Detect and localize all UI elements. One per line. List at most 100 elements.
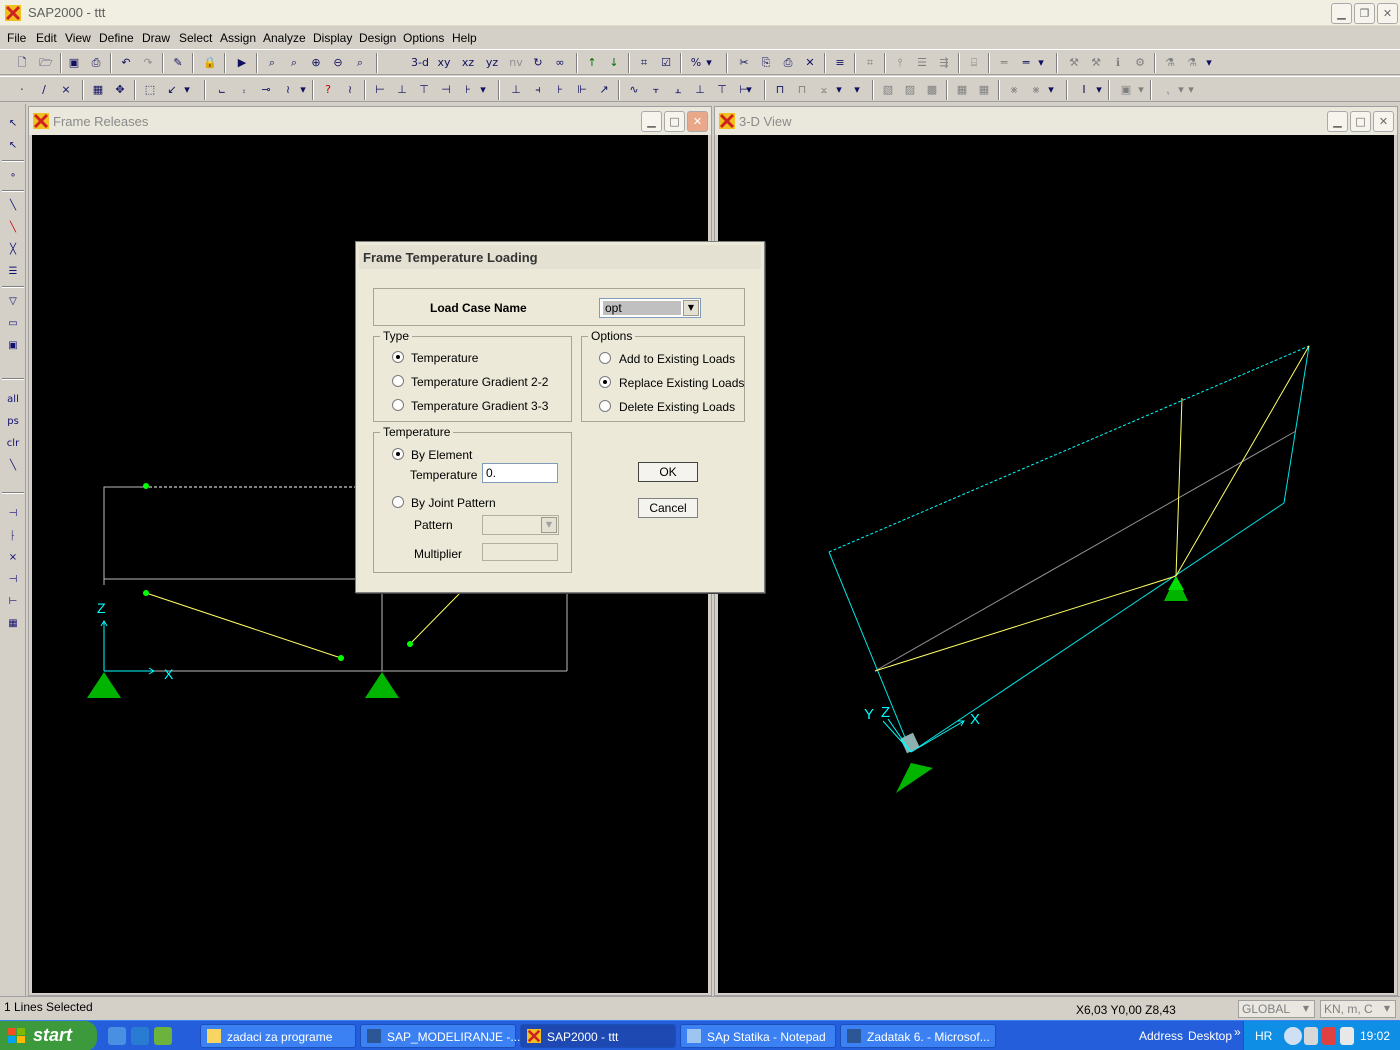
quick-draw-area-icon[interactable]: ▣ [3,336,23,356]
show-desktop-icon[interactable] [131,1027,149,1045]
multiplier-field[interactable] [482,543,558,561]
maximize-button[interactable]: □ [1350,111,1371,132]
joint[interactable] [143,483,149,489]
pan-icon[interactable]: ⌕ [350,53,370,73]
stress-icon[interactable]: ═ [1016,53,1036,73]
frame-options-icon[interactable]: ≀ [278,80,298,100]
pattern-select[interactable]: ▼ [482,515,559,535]
previous-selection-button[interactable]: ps [3,412,23,432]
volume-icon[interactable] [1340,1027,1354,1045]
zoom-out-icon[interactable]: ⊖ [328,53,348,73]
chevron-down-icon[interactable]: ▼ [1380,1002,1394,1016]
draw-section-cut-icon[interactable]: I [1074,80,1094,100]
cancel-button[interactable]: Cancel [638,498,698,518]
draw-link-icon[interactable]: ⨳ [1004,80,1024,100]
dropdown-arrow-icon[interactable]: ▾ [478,80,488,100]
ok-button[interactable]: OK [638,462,698,482]
design-info-icon[interactable]: ℹ [1108,53,1128,73]
area-loads-icon[interactable]: ⇶ [934,53,954,73]
chevron-down-icon[interactable]: ▼ [683,300,699,316]
minimize-button[interactable]: ▁ [641,111,662,132]
clear-selection-button[interactable]: clr [3,434,23,454]
coordinate-system-select[interactable]: GLOBAL ▼ [1238,1000,1315,1018]
snap-grid-icon[interactable]: ▦ [3,614,23,634]
set-limits-icon[interactable]: ⌗ [634,53,654,73]
quick-solid-icon[interactable]: ▦ [974,80,994,100]
design-steel-icon[interactable]: ⚒ [1064,53,1084,73]
select-all-button[interactable]: all [3,390,23,410]
temperature-field[interactable]: 0. [482,463,558,483]
media-player-icon[interactable] [154,1027,172,1045]
3d-supports[interactable] [896,576,1188,793]
menu-help[interactable]: Help [452,31,477,45]
save-icon[interactable]: ▣ [64,53,84,73]
zoom-window-icon[interactable]: ⌕ [262,53,282,73]
back-arrow-icon[interactable] [1284,1027,1302,1045]
joint-info-icon[interactable]: ? [318,80,338,100]
frame-diagonal-right[interactable] [409,592,461,645]
frame-diagonal-left[interactable] [145,592,342,659]
type-gradient-22-radio[interactable] [392,375,404,387]
view-3d-button[interactable]: 3-d [410,53,430,73]
bridge-icon[interactable]: ⚗ [1160,53,1180,73]
taskbar-item-notepad[interactable]: SAp Statika - Notepad [680,1024,836,1048]
dialog-title-bar[interactable]: Frame Temperature Loading [359,245,761,269]
frame-edge[interactable] [910,502,1285,753]
menu-edit[interactable]: Edit [36,31,57,45]
menu-design[interactable]: Design [359,31,396,45]
copy-icon[interactable]: ⎘ [756,53,776,73]
3d-view-window[interactable]: 3-D View ▁ □ ✕ Y Z X [714,106,1398,996]
forces-icon[interactable]: ═ [994,53,1014,73]
draw-frame-line-icon[interactable]: ╲ [3,196,23,216]
3d-view-title-bar[interactable]: 3-D View ▁ □ ✕ [715,107,1397,135]
new-file-icon[interactable]: 🗋 [12,53,32,73]
print-icon[interactable]: ⎙ [86,53,106,73]
by-element-radio[interactable] [392,448,404,460]
cut-icon[interactable]: ✂ [734,53,754,73]
draw-joint-icon[interactable]: ∘ [3,166,23,186]
view-nv-button[interactable]: nv [506,53,526,73]
draw-tendon-icon[interactable]: ⹁ [1158,80,1178,100]
snap-joints-icon[interactable]: ⊣ [3,504,23,524]
desktop-toolbar-label[interactable]: Desktop [1188,1029,1232,1043]
dropdown-arrow-icon[interactable]: ▾ [1094,80,1104,100]
joint-loads-icon[interactable]: ⫯ [890,53,910,73]
up-arrow-icon[interactable]: ↑ [582,53,602,73]
dropdown-arrow-icon[interactable]: ▾ [1204,53,1214,73]
toolbar-overflow-icon[interactable]: » [1234,1025,1241,1039]
snap-perpendicular-icon[interactable]: ⊣ [3,570,23,590]
spring-icon[interactable]: ∿ [624,80,644,100]
frame-post[interactable] [1175,397,1183,577]
zoom-in-icon[interactable]: ⊕ [306,53,326,73]
select-box-icon[interactable]: ⬚ [140,80,160,100]
snap-point-icon[interactable]: ⋅ [12,80,32,100]
add-to-existing-radio[interactable] [599,352,611,364]
chevron-down-icon[interactable]: ▼ [1299,1002,1313,1016]
menu-view[interactable]: View [65,31,91,45]
frame-diagonal[interactable] [874,575,1177,672]
view-xy-button[interactable]: xy [434,53,454,73]
menu-analyze[interactable]: Analyze [263,31,306,45]
draw-braces-icon[interactable]: ╳ [3,240,23,260]
snap-intersection-icon[interactable]: ⨯ [56,80,76,100]
selected-frame-beam[interactable] [828,345,1310,553]
address-toolbar-label[interactable]: Address [1139,1029,1183,1043]
draw-frame-icon[interactable]: ⊓ [770,80,790,100]
design-settings-icon[interactable]: ⚙ [1130,53,1150,73]
taskbar-item-word-2[interactable]: Zadatak 6. - Microsof... [840,1024,996,1048]
lock-icon[interactable]: 🔒 [200,53,220,73]
rotate-view-icon[interactable]: ↻ [528,53,548,73]
snap-intersections-icon[interactable]: ⨯ [3,548,23,568]
menu-select[interactable]: Select [179,31,212,45]
pointer-icon[interactable]: ↖ [3,114,23,134]
view-xz-button[interactable]: xz [458,53,478,73]
menu-file[interactable]: File [7,31,26,45]
restore-button[interactable]: ❐ [1354,3,1375,24]
taskbar-item-folder[interactable]: zadaci za programe [200,1024,356,1048]
local-axes-icon[interactable]: ⊸ [256,80,276,100]
draw-solid-icon[interactable]: ▦ [952,80,972,100]
redo-icon[interactable]: ↷ [138,53,158,73]
frame-edge[interactable] [1283,345,1310,504]
taskbar-item-word[interactable]: SAP_MODELIRANJE -... [360,1024,520,1048]
ie-icon[interactable] [108,1027,126,1045]
